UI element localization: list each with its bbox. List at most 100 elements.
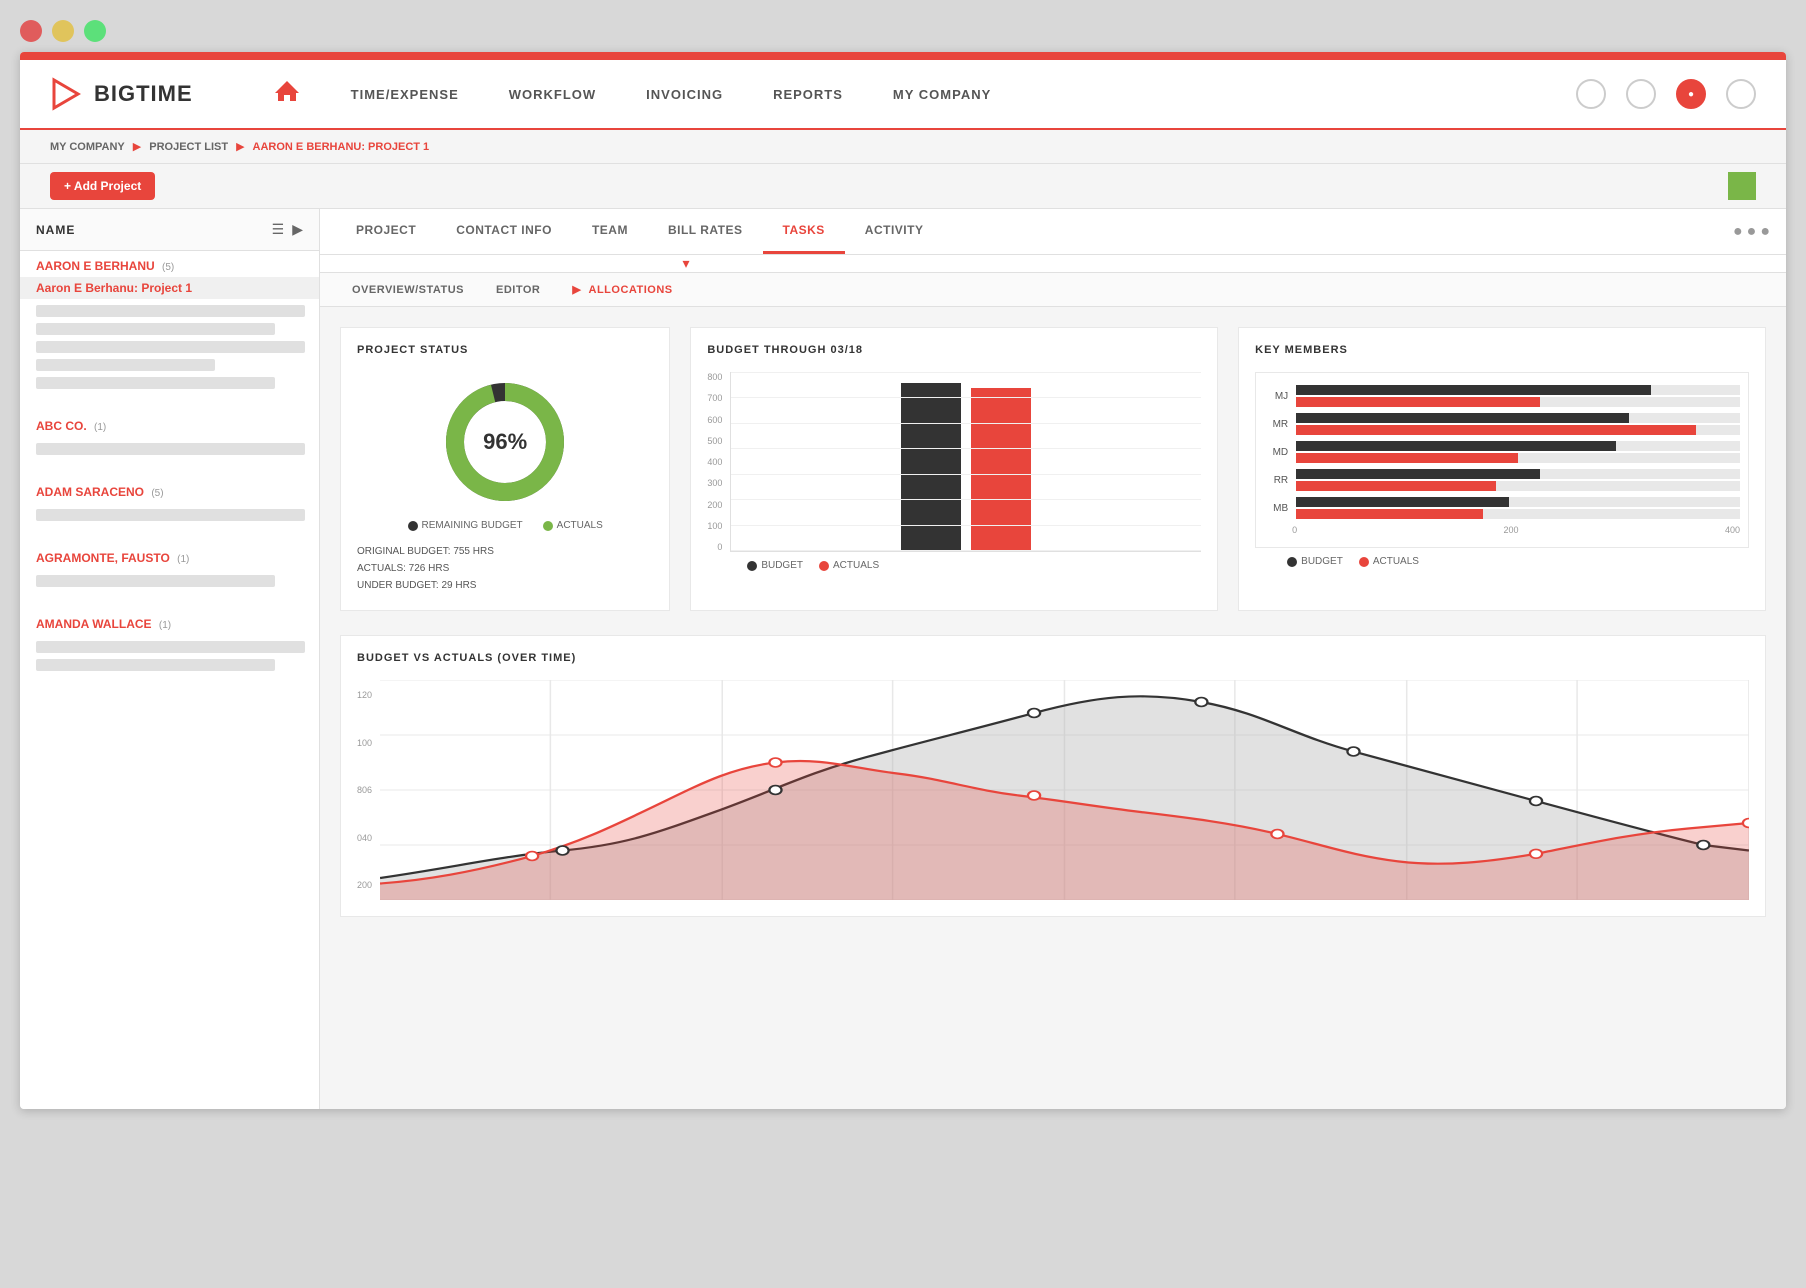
minimize-button[interactable]	[52, 20, 74, 42]
member-row-mb: MB	[1264, 497, 1740, 519]
breadcrumb-my-company[interactable]: MY COMPANY	[50, 141, 125, 153]
sidebar-list-icon[interactable]: ☰	[272, 221, 285, 238]
sidebar-client-amanda: AMANDA WALLACE (1)	[20, 609, 319, 635]
project-status-card: PROJECT STATUS 96%	[340, 327, 670, 611]
members-legend-actuals-label: ACTUALS	[1373, 556, 1419, 567]
logo-text: BIGTIME	[94, 81, 193, 107]
budget-point-7	[1697, 841, 1709, 850]
logo-icon	[50, 76, 86, 112]
budget-point-2	[769, 786, 781, 795]
nav-workflow[interactable]: WORKFLOW	[509, 87, 596, 102]
y-axis-500: 500	[707, 436, 722, 446]
budget-point-6	[1530, 797, 1542, 806]
sub-tab-overview[interactable]: OVERVIEW/STATUS	[336, 274, 480, 306]
line-y-100: 100	[357, 738, 372, 748]
sidebar-placeholder-adam-1	[36, 509, 305, 521]
legend-dot-actuals	[543, 521, 553, 531]
budget-chart-card: BUDGET THROUGH 03/18 800 700 600 500 400…	[690, 327, 1218, 611]
y-axis-100: 100	[707, 521, 722, 531]
green-square-icon[interactable]	[1728, 172, 1756, 200]
close-button[interactable]	[20, 20, 42, 42]
sidebar-expand-icon[interactable]: ▶	[292, 221, 303, 238]
nav-time-expense[interactable]: TIME/EXPENSE	[351, 87, 459, 102]
breadcrumb-project-list[interactable]: PROJECT LIST	[149, 141, 228, 153]
sidebar-client-amanda-name[interactable]: AMANDA WALLACE	[36, 617, 152, 631]
budget-point-5	[1347, 747, 1359, 756]
actuals-point-3	[1028, 791, 1040, 800]
top-accent-bar	[20, 52, 1786, 60]
nav-links: TIME/EXPENSE WORKFLOW INVOICING REPORTS …	[351, 87, 1576, 102]
bar-legend-dot-budget	[747, 561, 757, 571]
sidebar-client-aaron-name[interactable]: AARON E BERHANU	[36, 259, 155, 273]
sub-tab-allocations-label: ALLOCATIONS	[589, 284, 673, 296]
tab-contact-info[interactable]: CONTACT INFO	[436, 209, 572, 254]
tab-bill-rates[interactable]: BILL RATES	[648, 209, 763, 254]
nav-invoicing[interactable]: INVOICING	[646, 87, 723, 102]
bar-legend-budget: BUDGET	[747, 560, 803, 571]
breadcrumb-current-project[interactable]: AARON E BERHANU: PROJECT 1	[253, 141, 430, 153]
nav-icon-1[interactable]	[1576, 79, 1606, 109]
tab-tasks[interactable]: TASKS	[763, 209, 845, 254]
tab-project[interactable]: PROJECT	[336, 209, 436, 254]
members-x-0: 0	[1292, 525, 1297, 535]
legend-actuals-donut: ACTUALS	[543, 520, 603, 531]
sidebar-client-adam-name[interactable]: ADAM SARACENO	[36, 485, 144, 499]
breadcrumb-action-row: MY COMPANY ▶ PROJECT LIST ▶ AARON E BERH…	[20, 130, 1786, 164]
notification-icon[interactable]: ●	[1676, 79, 1706, 109]
sidebar-placeholder-3	[36, 341, 305, 353]
budget-point-4	[1195, 698, 1207, 707]
logo[interactable]: BIGTIME	[50, 76, 193, 112]
members-x-200: 200	[1504, 525, 1519, 535]
sidebar-project-aaron-name[interactable]: Aaron E Berhanu: Project 1	[36, 281, 192, 295]
member-mj-actuals-bar	[1296, 397, 1540, 407]
dashboard: PROJECT STATUS 96%	[320, 307, 1786, 937]
members-legend-actuals: ACTUALS	[1359, 556, 1419, 567]
bar-chart-legend: BUDGET ACTUALS	[707, 560, 1201, 571]
sidebar: NAME ☰ ▶ AARON E BERHANU (5) Aaron E Ber…	[20, 209, 320, 1109]
bar-actuals	[971, 388, 1031, 551]
content-area: PROJECT CONTACT INFO TEAM BILL RATES TAS…	[320, 209, 1786, 1109]
tab-activity[interactable]: ACTIVITY	[845, 209, 944, 254]
members-legend: BUDGET ACTUALS	[1255, 556, 1749, 567]
bar-legend-budget-label: BUDGET	[761, 560, 803, 571]
budget-chart-title: BUDGET THROUGH 03/18	[707, 344, 1201, 356]
member-mb-actuals-bar	[1296, 509, 1482, 519]
line-chart-svg	[380, 680, 1749, 900]
member-mj-initials: MJ	[1264, 391, 1288, 402]
stat-under-budget: UNDER BUDGET: 29 HRS	[357, 577, 653, 594]
add-project-button[interactable]: + Add Project	[50, 172, 155, 200]
maximize-button[interactable]	[84, 20, 106, 42]
nav-my-company[interactable]: MY COMPANY	[893, 87, 991, 102]
bar-legend-actuals: ACTUALS	[819, 560, 879, 571]
sidebar-client-agramonte-name[interactable]: AGRAMONTE, FAUSTO	[36, 551, 170, 565]
tab-team[interactable]: TEAM	[572, 209, 648, 254]
member-rr-initials: RR	[1264, 475, 1288, 486]
nav-icon-3[interactable]	[1726, 79, 1756, 109]
member-mr-budget-bar	[1296, 413, 1629, 423]
sidebar-client-abc-name[interactable]: ABC CO.	[36, 419, 87, 433]
member-md-budget-bar	[1296, 441, 1616, 451]
sub-tab-allocations[interactable]: ▶ ALLOCATIONS	[556, 273, 688, 306]
sidebar-placeholder-amanda-1	[36, 641, 305, 653]
actuals-point-4	[1271, 830, 1283, 839]
line-y-200: 200	[357, 880, 372, 890]
sub-tab-editor[interactable]: EDITOR	[480, 274, 556, 306]
nav-reports[interactable]: REPORTS	[773, 87, 843, 102]
sub-tab-bar: OVERVIEW/STATUS EDITOR ▶ ALLOCATIONS	[320, 273, 1786, 307]
budget-stats: ORIGINAL BUDGET: 755 HRS ACTUALS: 726 HR…	[357, 543, 653, 594]
legend-dot-remaining	[408, 521, 418, 531]
sidebar-client-agramonte: AGRAMONTE, FAUSTO (1)	[20, 543, 319, 569]
budget-point-3	[1028, 709, 1040, 718]
budget-point-1	[556, 846, 568, 855]
member-rr-budget-bar	[1296, 469, 1540, 479]
member-rr-actuals-bar	[1296, 481, 1496, 491]
nav-icon-2[interactable]	[1626, 79, 1656, 109]
sidebar-client-adam-badge: (5)	[151, 488, 163, 499]
members-legend-dot-budget	[1287, 557, 1297, 567]
tab-more[interactable]: ●●●	[1733, 223, 1770, 241]
donut-percentage: 96%	[483, 429, 527, 455]
sidebar-project-aaron-1[interactable]: Aaron E Berhanu: Project 1	[20, 277, 319, 299]
home-icon[interactable]	[273, 77, 301, 112]
sidebar-header-icons: ☰ ▶	[272, 221, 303, 238]
key-members-card: KEY MEMBERS MJ	[1238, 327, 1766, 611]
